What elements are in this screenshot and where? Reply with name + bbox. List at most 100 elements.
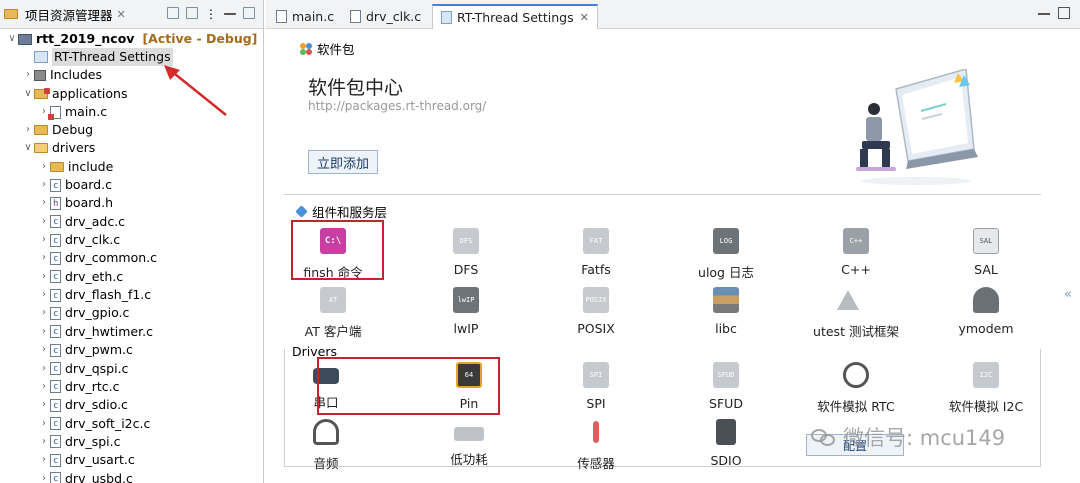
tree-item-file[interactable]: › drv_pwm.c bbox=[38, 341, 133, 360]
chevron-right-icon[interactable]: › bbox=[38, 249, 50, 267]
tab-label: main.c bbox=[292, 9, 335, 24]
c-file-icon bbox=[276, 10, 287, 23]
chevron-right-icon[interactable]: › bbox=[38, 213, 50, 231]
tree-item-file[interactable]: › drv_sdio.c bbox=[38, 396, 128, 415]
chevron-right-icon[interactable]: › bbox=[38, 268, 50, 286]
tab-label: drv_clk.c bbox=[366, 9, 422, 24]
chevron-right-icon[interactable]: › bbox=[22, 66, 34, 84]
collapse-panel-icon[interactable]: « bbox=[1064, 287, 1072, 302]
chevron-down-icon[interactable]: ∨ bbox=[22, 139, 34, 157]
chevron-down-icon[interactable]: ∨ bbox=[22, 85, 34, 103]
tree-item-drivers[interactable]: ∨ drivers bbox=[22, 139, 95, 157]
chevron-right-icon[interactable]: › bbox=[38, 231, 50, 249]
tree-item-label: drv_pwm.c bbox=[65, 342, 133, 358]
package-item[interactable]: SAL SAL bbox=[926, 228, 1046, 277]
package-item[interactable]: SPI SPI bbox=[536, 362, 656, 411]
tree-item-file[interactable]: › drv_rtc.c bbox=[38, 378, 119, 396]
chevron-right-icon[interactable]: › bbox=[38, 433, 50, 451]
tree-item-file[interactable]: › drv_clk.c bbox=[38, 231, 120, 250]
tree-item-label: Debug bbox=[52, 122, 94, 137]
tree-item-file[interactable]: › drv_usart.c bbox=[38, 451, 135, 470]
close-icon[interactable]: ✕ bbox=[117, 8, 126, 21]
package-icon: C++ bbox=[843, 228, 869, 254]
tree-item-file[interactable]: › drv_soft_i2c.c bbox=[38, 415, 150, 433]
tree-item-file[interactable]: › board.c bbox=[38, 176, 112, 195]
tree-item-file[interactable]: › drv_hwtimer.c bbox=[38, 323, 153, 341]
view-menu-icon[interactable]: ⋮ bbox=[205, 7, 217, 21]
minimize-icon[interactable] bbox=[224, 7, 236, 15]
package-item[interactable]: FAT Fatfs bbox=[536, 228, 656, 277]
close-tab-icon[interactable]: ✕ bbox=[580, 11, 589, 24]
tree-item-file[interactable]: › drv_gpio.c bbox=[38, 304, 129, 323]
package-item[interactable]: AT AT 客户端 bbox=[273, 287, 393, 340]
maximize-icon[interactable] bbox=[1058, 7, 1070, 19]
tree-item-applications[interactable]: ∨ applications bbox=[22, 85, 127, 103]
chevron-right-icon[interactable]: › bbox=[38, 378, 50, 396]
tree-item-file[interactable]: › drv_qspi.c bbox=[38, 360, 128, 378]
tab-rt-thread-settings[interactable]: RT-Thread Settings ✕ bbox=[432, 4, 598, 29]
tree-item-debug[interactable]: › Debug bbox=[22, 121, 93, 139]
explorer-header: 项目资源管理器 ✕ ⋮ bbox=[0, 0, 263, 29]
package-center-url[interactable]: http://packages.rt-thread.org/ bbox=[308, 99, 486, 113]
chevron-right-icon[interactable]: › bbox=[38, 286, 50, 304]
package-label: 音频 bbox=[313, 456, 339, 471]
package-item[interactable]: lwIP lwIP bbox=[406, 287, 526, 336]
package-item[interactable]: LOG ulog 日志 bbox=[666, 228, 786, 281]
tree-item-project[interactable]: ∨ rtt_2019_ncov [Active - Debug] bbox=[6, 30, 257, 48]
tree-item-file[interactable]: › drv_eth.c bbox=[38, 268, 123, 286]
chevron-right-icon[interactable]: › bbox=[22, 121, 34, 139]
maximize-icon[interactable] bbox=[243, 7, 255, 19]
chevron-down-icon[interactable]: ∨ bbox=[6, 30, 18, 48]
chevron-right-icon[interactable]: › bbox=[38, 304, 50, 322]
minimize-icon[interactable] bbox=[1038, 7, 1050, 15]
tab-main-c[interactable]: main.c bbox=[268, 4, 342, 29]
tree-item-include[interactable]: › include bbox=[38, 158, 113, 176]
chevron-right-icon[interactable]: › bbox=[38, 176, 50, 194]
package-item[interactable]: SDIO bbox=[666, 419, 786, 468]
package-item[interactable]: 传感器 bbox=[536, 419, 656, 472]
tree-item-file[interactable]: › drv_usbd.c bbox=[38, 470, 133, 483]
package-item[interactable]: 低功耗 bbox=[409, 419, 529, 468]
add-now-button[interactable]: 立即添加 bbox=[308, 150, 378, 174]
folder-icon bbox=[34, 88, 50, 99]
tree-item-file[interactable]: › drv_common.c bbox=[38, 249, 157, 268]
chevron-right-icon[interactable]: › bbox=[38, 451, 50, 469]
tree-item-main-c[interactable]: › main.c bbox=[38, 103, 107, 121]
c-file-icon bbox=[50, 360, 61, 378]
chevron-right-icon[interactable]: › bbox=[38, 396, 50, 414]
package-item[interactable]: 软件模拟 RTC bbox=[796, 362, 916, 415]
package-item[interactable]: POSIX POSIX bbox=[536, 287, 656, 336]
chevron-right-icon[interactable]: › bbox=[38, 323, 50, 341]
project-name: rtt_2019_ncov bbox=[36, 31, 135, 46]
collapse-all-icon[interactable] bbox=[167, 7, 179, 19]
tree-item-rt-thread-settings[interactable]: RT-Thread Settings bbox=[34, 48, 173, 66]
tree-item-label: main.c bbox=[65, 104, 108, 119]
package-item[interactable]: 音频 bbox=[266, 419, 386, 472]
link-editor-icon[interactable] bbox=[186, 7, 198, 19]
package-item[interactable]: SFUD SFUD bbox=[666, 362, 786, 411]
package-icon: POSIX bbox=[583, 287, 609, 313]
chevron-right-icon[interactable]: › bbox=[38, 415, 50, 433]
tree-item-file[interactable]: › drv_spi.c bbox=[38, 433, 121, 451]
chevron-right-icon[interactable]: › bbox=[38, 470, 50, 483]
tree-item-includes[interactable]: › Includes bbox=[22, 66, 102, 84]
tree-item-file[interactable]: › board.h bbox=[38, 194, 113, 213]
tree-item-label: applications bbox=[52, 86, 128, 101]
active-tag: [Active - Debug] bbox=[142, 31, 258, 46]
c-file-icon bbox=[50, 415, 61, 433]
chevron-right-icon[interactable]: › bbox=[38, 194, 50, 212]
package-icon bbox=[716, 419, 736, 445]
package-item[interactable]: TEST utest 测试框架 bbox=[796, 287, 916, 340]
chevron-right-icon[interactable]: › bbox=[38, 341, 50, 359]
package-label: Fatfs bbox=[581, 262, 611, 277]
tab-drv-clk-c[interactable]: drv_clk.c bbox=[342, 4, 429, 29]
package-item[interactable]: DFS DFS bbox=[406, 228, 526, 277]
tree-item-file[interactable]: › drv_adc.c bbox=[38, 213, 125, 231]
chevron-right-icon[interactable]: › bbox=[38, 158, 50, 176]
package-item[interactable]: libc bbox=[666, 287, 786, 336]
tree-item-file[interactable]: › drv_flash_f1.c bbox=[38, 286, 151, 305]
chevron-right-icon[interactable]: › bbox=[38, 360, 50, 378]
package-item[interactable]: C++ C++ bbox=[796, 228, 916, 277]
package-item[interactable]: ymodem bbox=[926, 287, 1046, 336]
package-item[interactable]: I2C 软件模拟 I2C bbox=[926, 362, 1046, 415]
